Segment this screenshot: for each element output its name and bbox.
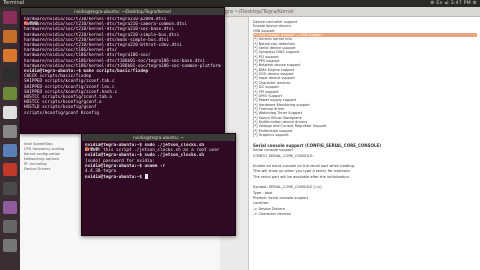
terminal-titlebar[interactable]: nvidia@tegra-ubuntu: ~/Desktop/Tegra/Ker…	[21, 8, 224, 25]
left-pane-item[interactable]: Intel SpeedStep	[24, 142, 53, 146]
search-icon[interactable]	[3, 11, 17, 24]
left-pane-item[interactable]: Kernel configuration	[24, 152, 60, 156]
top-panel: Terminal ⚙ En ◂) 3:47 PM ⚙	[0, 0, 480, 7]
config-tree[interactable]: Device controller support Enable device d…	[253, 20, 477, 140]
terminal-title: nvidia@tegra-ubuntu: ~	[133, 135, 184, 140]
text-editor-icon[interactable]	[3, 106, 17, 119]
software-center-icon[interactable]	[3, 163, 17, 176]
app-icon[interactable]	[3, 220, 17, 233]
terminal-output[interactable]: hardware/nvidia/soc/t210/kernel-dts/tegr…	[24, 17, 221, 131]
terminal-output[interactable]: nvidia@tegra-ubuntu:~$ sudo ./jetson_clo…	[85, 143, 232, 233]
browser-icon[interactable]	[3, 49, 17, 62]
left-pane-item[interactable]: IP: tunneling	[24, 162, 47, 166]
active-app-title: Terminal	[3, 0, 25, 6]
help-text-line: -> Character devices	[253, 211, 292, 216]
app-icon[interactable]	[3, 201, 17, 214]
app-icon[interactable]	[3, 182, 17, 195]
settings-icon[interactable]	[3, 125, 17, 138]
files-icon[interactable]	[3, 30, 17, 43]
config-tree-row[interactable]: [*] Graphics support	[253, 133, 477, 137]
terminal-icon[interactable]	[3, 68, 17, 81]
trash-icon[interactable]	[3, 239, 17, 252]
config-help-panel: Serial console support (CONFIG_SERIAL_CO…	[253, 143, 477, 267]
system-tray[interactable]: ⚙ En ◂) 3:47 PM ⚙	[430, 0, 477, 7]
terminal-title: nvidia@tegra-ubuntu: ~/Desktop/Tegra/Ker…	[74, 9, 171, 14]
launcher	[0, 7, 20, 270]
left-pane-item[interactable]: CPU frequency scaling	[24, 147, 64, 151]
terminal-line: nvidia@tegra-ubuntu:~$	[85, 174, 232, 180]
terminal-cursor	[144, 174, 148, 179]
left-pane-item[interactable]: Networking options	[24, 157, 59, 161]
terminal-window[interactable]: nvidia@tegra-ubuntu: ~/Desktop/Tegra/Ker…	[20, 7, 225, 134]
left-pane-item[interactable]: Device Drivers	[24, 167, 50, 171]
app-icon[interactable]	[3, 87, 17, 100]
terminal-line: scripts/kconfig/gconf Kconfig	[24, 110, 100, 116]
terminal-titlebar[interactable]: nvidia@tegra-ubuntu: ~	[82, 134, 235, 151]
app-icon[interactable]	[3, 144, 17, 157]
config-right-pane: Device controller support Enable device d…	[248, 17, 480, 270]
terminal-window-2[interactable]: nvidia@tegra-ubuntu: ~ nvidia@tegra-ubun…	[81, 133, 236, 236]
